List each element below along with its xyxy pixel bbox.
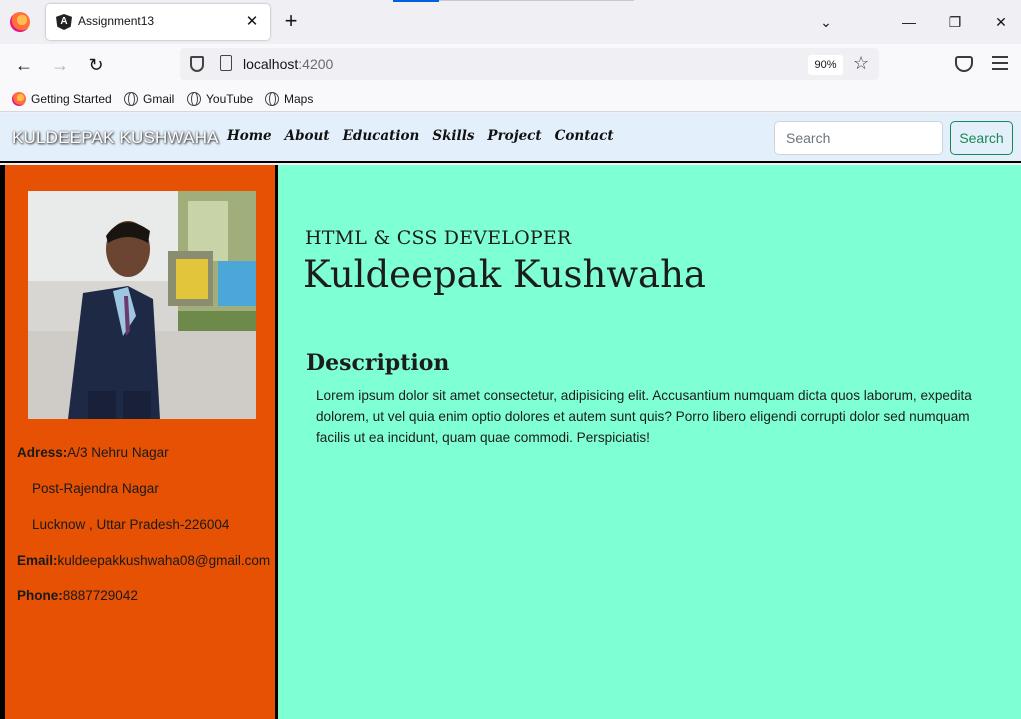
angular-icon: A <box>56 14 72 30</box>
description-text: Lorem ipsum dolor sit amet consectetur, … <box>316 388 972 445</box>
nav-link-home[interactable]: Home <box>227 128 272 144</box>
globe-icon <box>124 92 138 106</box>
tab-divider <box>439 0 634 1</box>
firefox-icon <box>12 92 26 106</box>
email-label: Email: <box>17 553 58 568</box>
address-bar[interactable]: localhost:4200 90% ☆ <box>180 48 879 80</box>
zoom-level-badge[interactable]: 90% <box>808 55 843 75</box>
shield-icon[interactable] <box>190 56 204 72</box>
nav-link-skills[interactable]: Skills <box>432 128 474 144</box>
url-port: :4200 <box>298 56 334 72</box>
role-heading: HTML & CSS DEVELOPER <box>305 227 572 249</box>
address-label: Adress: <box>17 445 68 460</box>
hamburger-menu-icon[interactable] <box>992 56 1008 70</box>
bookmark-label: Getting Started <box>31 92 112 106</box>
restore-button[interactable]: ❐ <box>943 10 967 34</box>
bookmark-label: Maps <box>284 92 314 106</box>
nav-link-project[interactable]: Project <box>487 128 541 144</box>
profile-photo <box>28 191 256 419</box>
site-navbar: KULDEEPAK KUSHWAHA Home About Education … <box>0 113 1021 163</box>
bookmarks-toolbar: Getting Started Gmail YouTube Maps <box>0 86 1021 112</box>
address-line-1: Adress:A/3 Nehru Nagar <box>17 445 169 460</box>
url-text[interactable]: localhost:4200 <box>243 56 333 72</box>
phone-label: Phone: <box>17 588 63 603</box>
main-content: HTML & CSS DEVELOPER Kuldeepak Kushwaha … <box>278 165 1021 719</box>
firefox-icon[interactable] <box>10 12 30 32</box>
close-tab-icon[interactable]: ✕ <box>242 12 262 32</box>
browser-tab-bar: A Assignment13 ✕ + ⌄ — ❐ ✕ <box>0 0 1021 44</box>
tab-loading-indicator <box>393 0 439 2</box>
bookmark-gmail[interactable]: Gmail <box>124 91 174 109</box>
bookmark-label: YouTube <box>206 92 254 106</box>
site-brand[interactable]: KULDEEPAK KUSHWAHA <box>12 128 219 148</box>
bookmark-label: Gmail <box>143 92 175 106</box>
search-button[interactable]: Search <box>950 121 1013 155</box>
nav-link-education[interactable]: Education <box>343 128 420 144</box>
new-tab-button[interactable]: + <box>280 10 302 32</box>
description-heading: Description <box>306 350 450 376</box>
address-line-2: Post-Rajendra Nagar <box>32 481 159 496</box>
email-value: kuldeepakkushwaha08@gmail.com <box>57 553 271 568</box>
address-value: A/3 Nehru Nagar <box>67 445 169 460</box>
nav-link-about[interactable]: About <box>285 128 330 144</box>
profile-sidebar: Adress:A/3 Nehru Nagar Post-Rajendra Nag… <box>0 165 278 719</box>
chevron-down-icon[interactable]: ⌄ <box>816 12 836 32</box>
minimize-button[interactable]: — <box>897 10 921 34</box>
reload-button[interactable]: ↻ <box>84 54 108 76</box>
browser-tab[interactable]: A Assignment13 ✕ <box>46 4 270 40</box>
bookmark-maps[interactable]: Maps <box>265 91 313 109</box>
bookmark-youtube[interactable]: YouTube <box>187 91 253 109</box>
address-line-3: Lucknow , Uttar Pradesh-226004 <box>32 517 230 532</box>
browser-toolbar: ← → ↻ localhost:4200 90% ☆ <box>0 44 1021 86</box>
email-line: Email:kuldeepakkushwaha08@gmail.com <box>17 553 270 568</box>
url-host: localhost <box>243 56 299 72</box>
tab-title: Assignment13 <box>78 14 155 28</box>
phone-line: Phone:8887729042 <box>17 588 138 603</box>
phone-value: 8887729042 <box>62 588 138 603</box>
profile-photo-graphic <box>28 191 256 419</box>
page-title: Kuldeepak Kushwaha <box>303 253 706 296</box>
bookmark-star-icon[interactable]: ☆ <box>853 53 869 74</box>
bookmark-getting-started[interactable]: Getting Started <box>12 91 112 109</box>
page-icon[interactable] <box>220 55 232 71</box>
back-button[interactable]: ← <box>12 54 36 76</box>
nav-links: Home About Education Skills Project Cont… <box>227 128 614 144</box>
nav-link-contact[interactable]: Contact <box>555 128 614 144</box>
search-input[interactable] <box>774 121 943 155</box>
window-close-button[interactable]: ✕ <box>989 10 1013 34</box>
globe-icon <box>265 92 279 106</box>
forward-button[interactable]: → <box>48 54 72 76</box>
globe-icon <box>187 92 201 106</box>
